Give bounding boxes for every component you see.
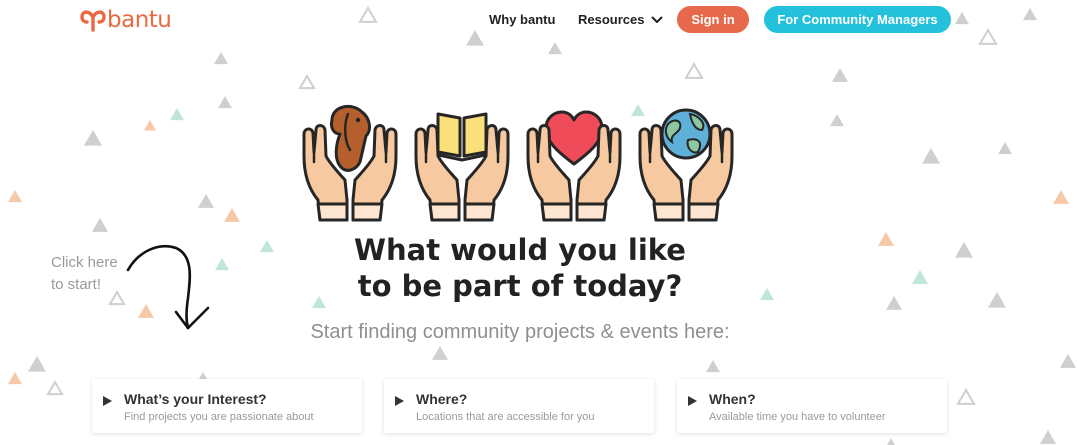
- when-card-description: Available time you have to volunteer: [709, 411, 886, 423]
- background-triangle: [956, 387, 976, 405]
- bantu-logo-icon: [80, 10, 106, 32]
- background-triangle: [92, 218, 108, 232]
- background-triangle: [830, 114, 844, 127]
- background-triangle: [214, 52, 228, 65]
- curved-arrow-icon: [126, 245, 210, 330]
- community-managers-button[interactable]: For Community Managers: [764, 6, 951, 33]
- bantu-logo[interactable]: bantu: [80, 6, 172, 34]
- book-in-hands-icon: [414, 112, 510, 222]
- caret-right-icon: [103, 396, 112, 406]
- click-hint-line-2: to start!: [51, 276, 102, 293]
- interest-card-description: Find projects you are passionate about: [124, 411, 314, 423]
- hero-heading-line-1: What would you like: [354, 233, 686, 267]
- background-triangle: [432, 346, 448, 360]
- background-triangle: [170, 108, 184, 121]
- background-triangle: [988, 292, 1006, 308]
- caret-right-icon: [395, 396, 404, 406]
- background-triangle: [46, 379, 64, 396]
- background-triangle: [548, 42, 562, 55]
- background-triangle: [684, 61, 704, 79]
- background-triangle: [886, 296, 902, 310]
- chevron-down-icon: [651, 16, 663, 23]
- background-triangle: [706, 360, 720, 373]
- background-triangle: [1060, 354, 1076, 368]
- background-triangle: [8, 372, 22, 385]
- nav-why-bantu[interactable]: Why bantu: [489, 12, 555, 28]
- globe-in-hands-icon: [638, 108, 734, 222]
- click-hint-line-1: Click here: [51, 254, 118, 271]
- background-triangle: [886, 438, 896, 445]
- background-triangle: [1040, 430, 1056, 444]
- interest-card[interactable]: What’s your Interest? Find projects you …: [92, 379, 362, 433]
- nav-resources-label: Resources: [578, 12, 645, 27]
- background-triangle: [144, 120, 156, 131]
- background-triangle: [878, 232, 894, 246]
- nav-resources-dropdown[interactable]: Resources: [578, 12, 663, 28]
- heart-in-hands-icon: [526, 110, 622, 222]
- sign-in-button[interactable]: Sign in: [677, 6, 749, 33]
- where-card[interactable]: Where? Locations that are accessible for…: [384, 379, 654, 433]
- top-navbar: bantu Why bantu Resources Sign in For Co…: [0, 0, 1077, 42]
- background-triangle: [912, 270, 928, 284]
- background-triangle: [8, 190, 22, 203]
- click-hint: Click here to start!: [51, 252, 118, 296]
- logo-wordmark: bantu: [107, 7, 172, 33]
- when-card[interactable]: When? Available time you have to volunte…: [677, 379, 947, 433]
- background-triangle: [224, 208, 240, 222]
- background-triangle: [198, 194, 214, 208]
- background-triangle: [922, 148, 940, 164]
- background-triangle: [218, 96, 232, 109]
- hero-subtitle: Start finding community projects & event…: [310, 321, 730, 343]
- where-card-title: Where?: [416, 391, 468, 407]
- when-card-title: When?: [709, 391, 756, 407]
- caret-right-icon: [688, 396, 697, 406]
- hero-heading-line-2: to be part of today?: [357, 269, 683, 303]
- background-triangle: [998, 142, 1012, 155]
- interest-card-title: What’s your Interest?: [124, 391, 267, 407]
- hero-heading: What would you like to be part of today?: [290, 232, 750, 304]
- background-triangle: [260, 240, 274, 253]
- background-triangle: [28, 356, 46, 372]
- dog-in-hands-icon: [302, 104, 398, 222]
- background-triangle: [832, 68, 848, 82]
- hero-illustrations: [302, 104, 734, 222]
- where-card-description: Locations that are accessible for you: [416, 411, 595, 423]
- background-triangle: [298, 73, 316, 90]
- background-triangle: [84, 130, 102, 146]
- background-triangle: [955, 242, 973, 258]
- background-triangle: [760, 288, 774, 301]
- background-triangle: [1053, 190, 1069, 204]
